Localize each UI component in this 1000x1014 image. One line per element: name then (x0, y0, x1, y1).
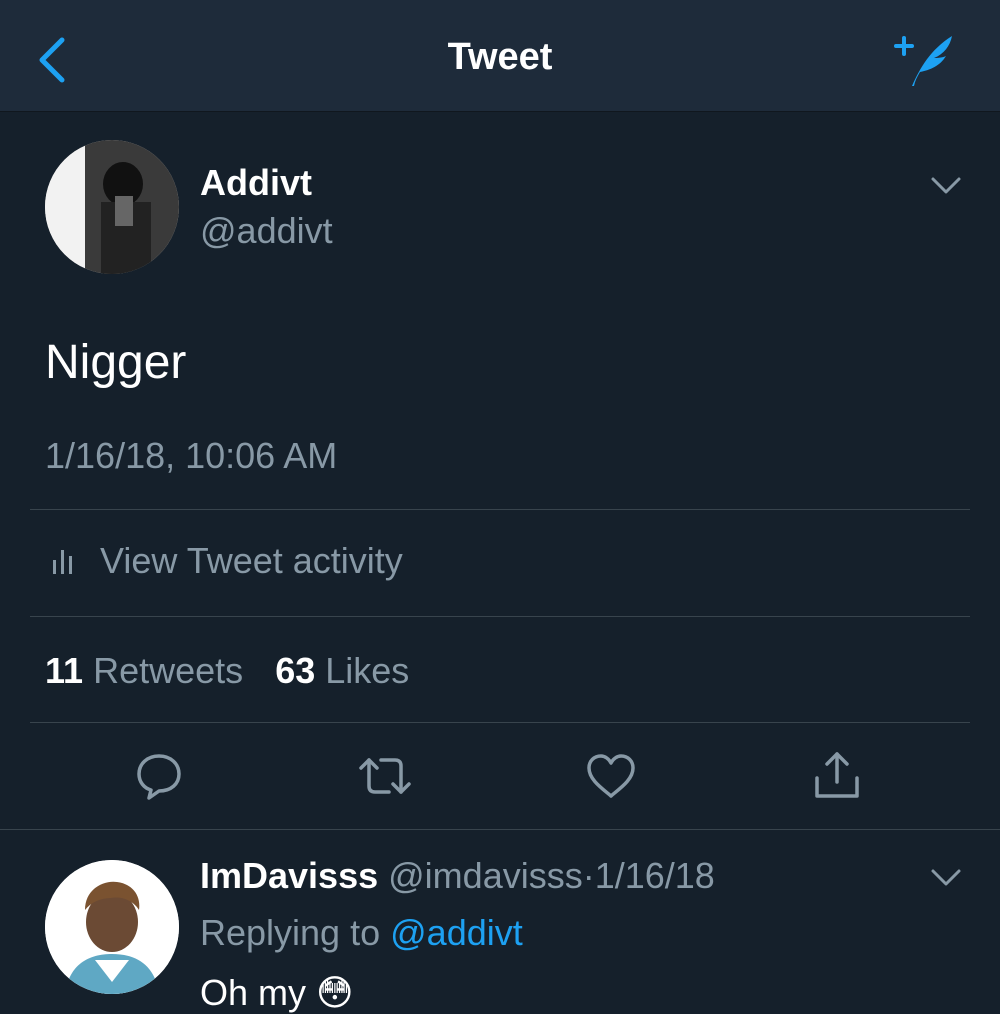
reply-date: 1/16/18 (594, 855, 715, 896)
share-icon[interactable] (809, 748, 865, 804)
reply-separator: · (582, 855, 595, 896)
chevron-down-icon[interactable] (930, 176, 962, 196)
reply-author-name[interactable]: ImDavisss (200, 855, 378, 896)
replying-to-prefix: Replying to (200, 912, 381, 953)
compose-tweet-icon[interactable] (890, 28, 962, 92)
engagement-stats: 11 Retweets 63 Likes (45, 650, 409, 692)
retweets-label: Retweets (93, 650, 244, 691)
likes-stat[interactable]: 63 Likes (275, 650, 409, 691)
author-name[interactable]: Addivt (200, 162, 312, 204)
analytics-bar-icon (53, 550, 72, 574)
likes-count: 63 (275, 650, 316, 691)
divider (0, 829, 1000, 830)
top-nav-bar: Tweet (0, 0, 1000, 112)
page-title: Tweet (447, 36, 553, 78)
divider (30, 616, 970, 617)
reply-text: Oh my 😳 (200, 972, 354, 1013)
retweets-count: 11 (45, 650, 84, 691)
tweet-text: Nigger (45, 336, 187, 389)
author-handle[interactable]: @addivt (200, 210, 333, 252)
tweet-timestamp: 1/16/18, 10:06 AM (45, 435, 338, 476)
chevron-down-icon[interactable] (930, 868, 962, 888)
likes-label: Likes (325, 650, 410, 691)
reply-author-avatar[interactable] (45, 860, 179, 994)
retweets-stat[interactable]: 11 Retweets (45, 650, 253, 691)
view-tweet-activity-label: View Tweet activity (100, 540, 403, 581)
author-avatar[interactable] (45, 140, 179, 274)
replying-to: Replying to @addivt (200, 912, 523, 954)
divider (30, 722, 970, 723)
view-tweet-activity-link[interactable]: View Tweet activity (50, 540, 550, 584)
replying-to-mention[interactable]: @addivt (390, 912, 523, 953)
retweet-icon[interactable] (357, 748, 413, 804)
like-icon[interactable] (583, 748, 639, 804)
divider (30, 509, 970, 510)
reply-author-handle[interactable]: @imdavisss (388, 855, 583, 896)
reply-header: ImDavisss @imdavisss·1/16/18 (200, 855, 715, 897)
reply-icon[interactable] (131, 748, 187, 804)
